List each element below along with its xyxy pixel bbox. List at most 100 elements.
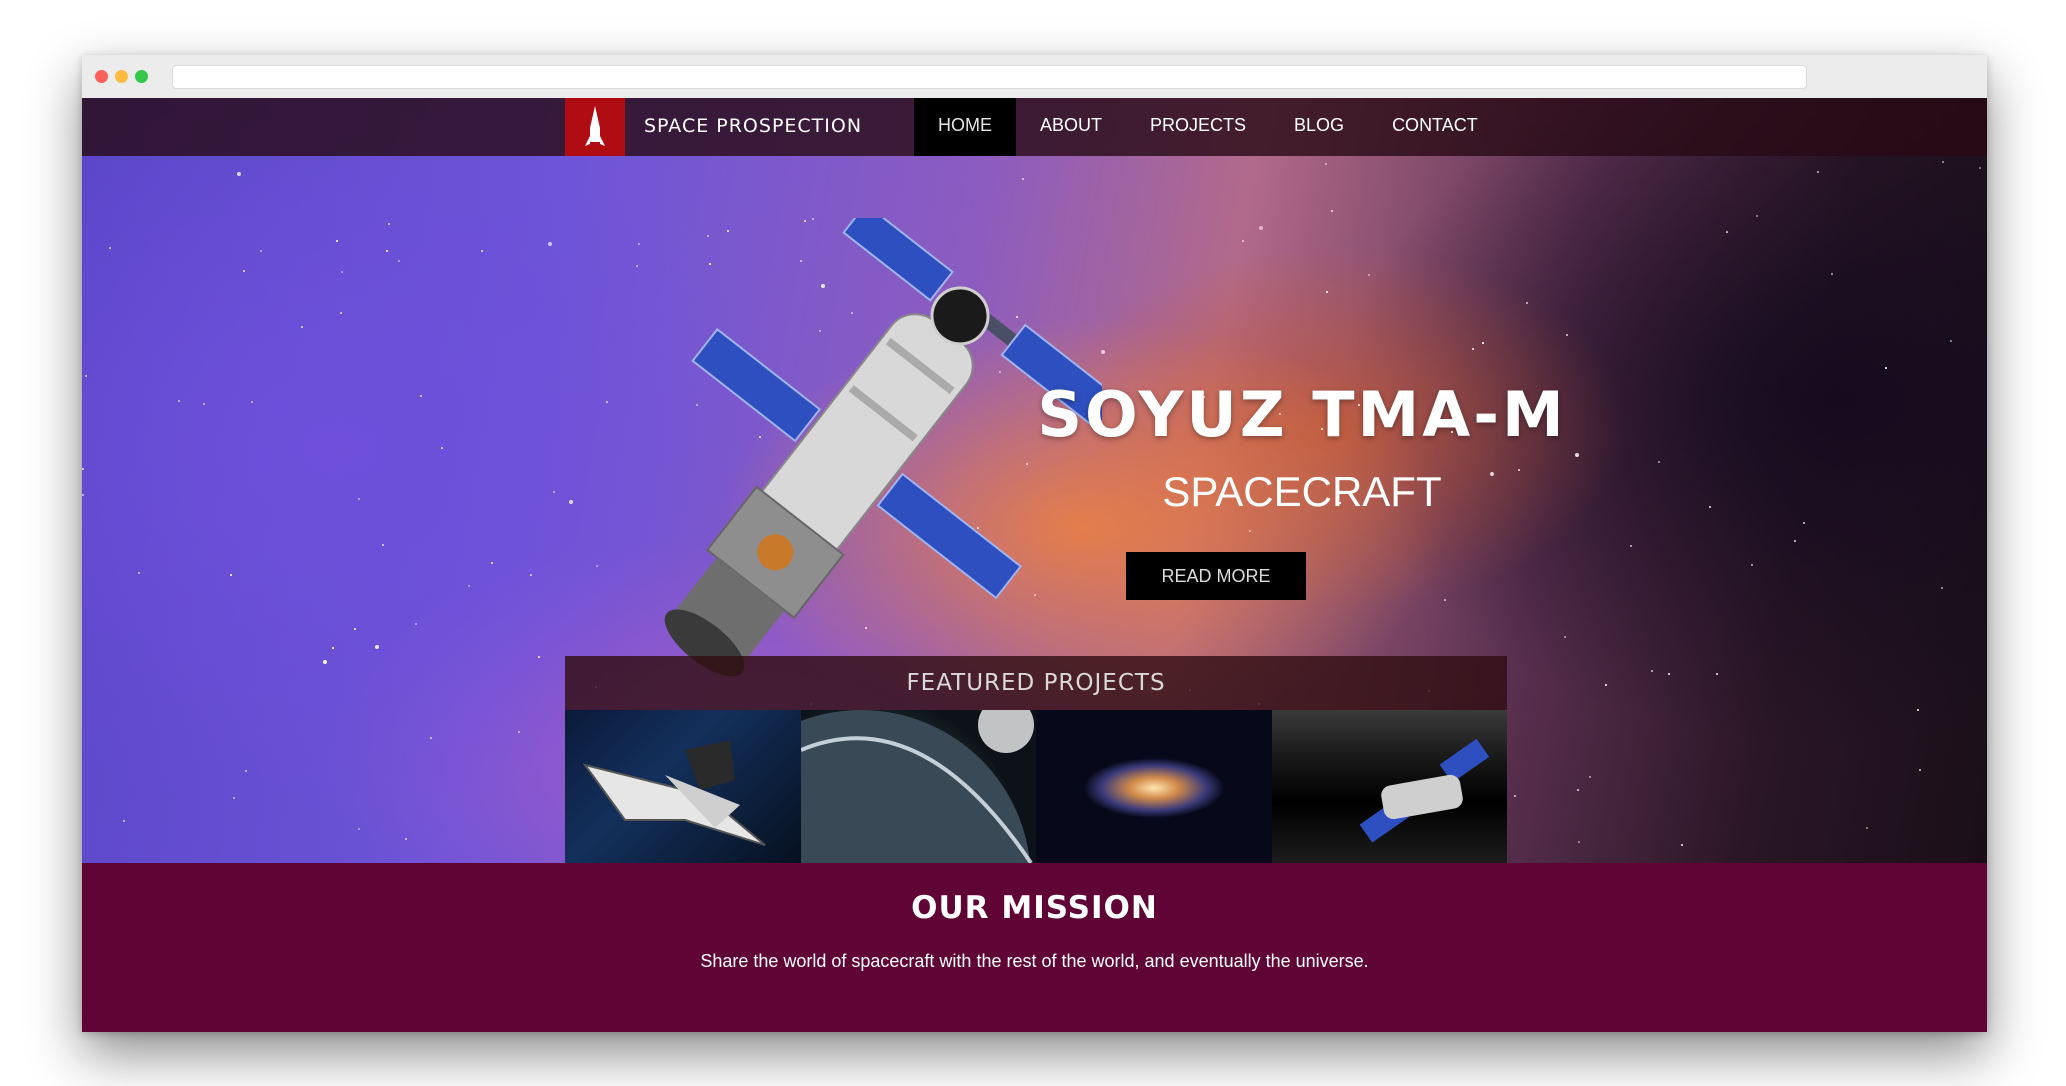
- star: [569, 500, 573, 504]
- star: [1756, 215, 1758, 217]
- star: [1022, 178, 1024, 180]
- star: [1566, 334, 1568, 336]
- star: [1589, 776, 1591, 778]
- project-thumbnail-planet-earth[interactable]: [800, 710, 1036, 863]
- star: [518, 731, 520, 733]
- star: [1979, 167, 1981, 169]
- star: [123, 820, 125, 822]
- hero-subtitle: SPACECRAFT: [1162, 468, 1442, 515]
- star: [596, 565, 598, 567]
- star: [1564, 636, 1566, 638]
- top-navigation: SPACE PROSPECTION HOME ABOUT PROJECTS BL…: [82, 98, 1987, 156]
- star: [415, 623, 417, 625]
- close-window-button[interactable]: [95, 70, 108, 83]
- star: [553, 491, 555, 493]
- star: [354, 628, 356, 630]
- star: [1885, 367, 1887, 369]
- star: [1794, 540, 1796, 542]
- star: [1817, 171, 1819, 173]
- star: [178, 400, 180, 402]
- star: [405, 838, 407, 840]
- star: [1578, 841, 1580, 843]
- star: [1242, 240, 1244, 242]
- website: SOYUZ TMA-M SPACECRAFT READ MORE FEATURE…: [82, 98, 1987, 1032]
- hero-background: SOYUZ TMA-M SPACECRAFT READ MORE FEATURE…: [82, 98, 1987, 863]
- star: [375, 645, 379, 649]
- star: [1630, 545, 1632, 547]
- maximize-window-button[interactable]: [135, 70, 148, 83]
- star: [358, 828, 360, 830]
- mission-title: OUR MISSION: [911, 890, 1158, 926]
- star: [1919, 769, 1921, 771]
- nav-item-blog[interactable]: BLOG: [1270, 98, 1368, 156]
- star: [1326, 291, 1328, 293]
- nav-item-projects[interactable]: PROJECTS: [1126, 98, 1270, 156]
- star: [398, 260, 400, 262]
- star: [1368, 274, 1370, 276]
- star: [430, 737, 432, 739]
- nav-item-about[interactable]: ABOUT: [1016, 98, 1126, 156]
- star: [251, 401, 253, 403]
- star: [441, 447, 443, 449]
- star: [85, 375, 87, 377]
- browser-window: SOYUZ TMA-M SPACECRAFT READ MORE FEATURE…: [82, 55, 1987, 1032]
- featured-projects-gallery: [565, 710, 1507, 863]
- star: [341, 271, 343, 273]
- star: [491, 562, 493, 564]
- star: [138, 572, 140, 574]
- star: [336, 240, 338, 242]
- site-brand-name[interactable]: SPACE PROSPECTION: [644, 115, 862, 137]
- star: [1668, 673, 1670, 675]
- star: [260, 250, 262, 252]
- star: [82, 468, 84, 470]
- mission-statement: Share the world of spacecraft with the r…: [700, 951, 1369, 971]
- star: [233, 797, 235, 799]
- star: [1716, 673, 1718, 675]
- star: [340, 312, 342, 314]
- star: [1526, 302, 1528, 304]
- star: [332, 647, 334, 649]
- read-more-button[interactable]: READ MORE: [1126, 552, 1306, 600]
- star: [481, 250, 483, 252]
- star: [1472, 348, 1474, 350]
- star: [230, 574, 232, 576]
- star: [1651, 670, 1653, 672]
- star: [1942, 161, 1944, 163]
- star: [1803, 522, 1805, 524]
- address-bar[interactable]: [172, 65, 1807, 89]
- star: [1325, 163, 1327, 165]
- star: [203, 403, 205, 405]
- star: [1444, 599, 1446, 601]
- star: [1751, 564, 1753, 566]
- star: [548, 242, 552, 246]
- star: [237, 172, 241, 176]
- featured-projects-header: FEATURED PROJECTS: [565, 656, 1507, 710]
- star: [468, 585, 470, 587]
- star: [1709, 506, 1711, 508]
- star: [538, 656, 540, 658]
- star: [1726, 231, 1728, 233]
- minimize-window-button[interactable]: [115, 70, 128, 83]
- star: [388, 223, 390, 225]
- star: [382, 544, 384, 546]
- nav-item-contact[interactable]: CONTACT: [1368, 98, 1502, 156]
- star: [1575, 453, 1579, 457]
- rocket-icon: [585, 106, 605, 146]
- star: [1482, 342, 1484, 344]
- star: [358, 498, 360, 500]
- project-thumbnail-spiral-galaxy[interactable]: [1036, 710, 1272, 863]
- star: [323, 660, 327, 664]
- browser-toolbar: [82, 55, 1987, 99]
- featured-projects-title: FEATURED PROJECTS: [906, 670, 1166, 696]
- star: [1514, 795, 1516, 797]
- nav-item-home[interactable]: HOME: [914, 98, 1016, 156]
- star: [1577, 789, 1579, 791]
- project-thumbnail-space-shuttle[interactable]: [565, 710, 801, 863]
- logo[interactable]: [565, 98, 625, 156]
- star: [1917, 709, 1919, 711]
- star: [1950, 340, 1952, 342]
- star: [420, 395, 422, 397]
- star: [530, 574, 532, 576]
- star: [82, 494, 84, 496]
- project-thumbnail-satellite[interactable]: [1271, 710, 1507, 863]
